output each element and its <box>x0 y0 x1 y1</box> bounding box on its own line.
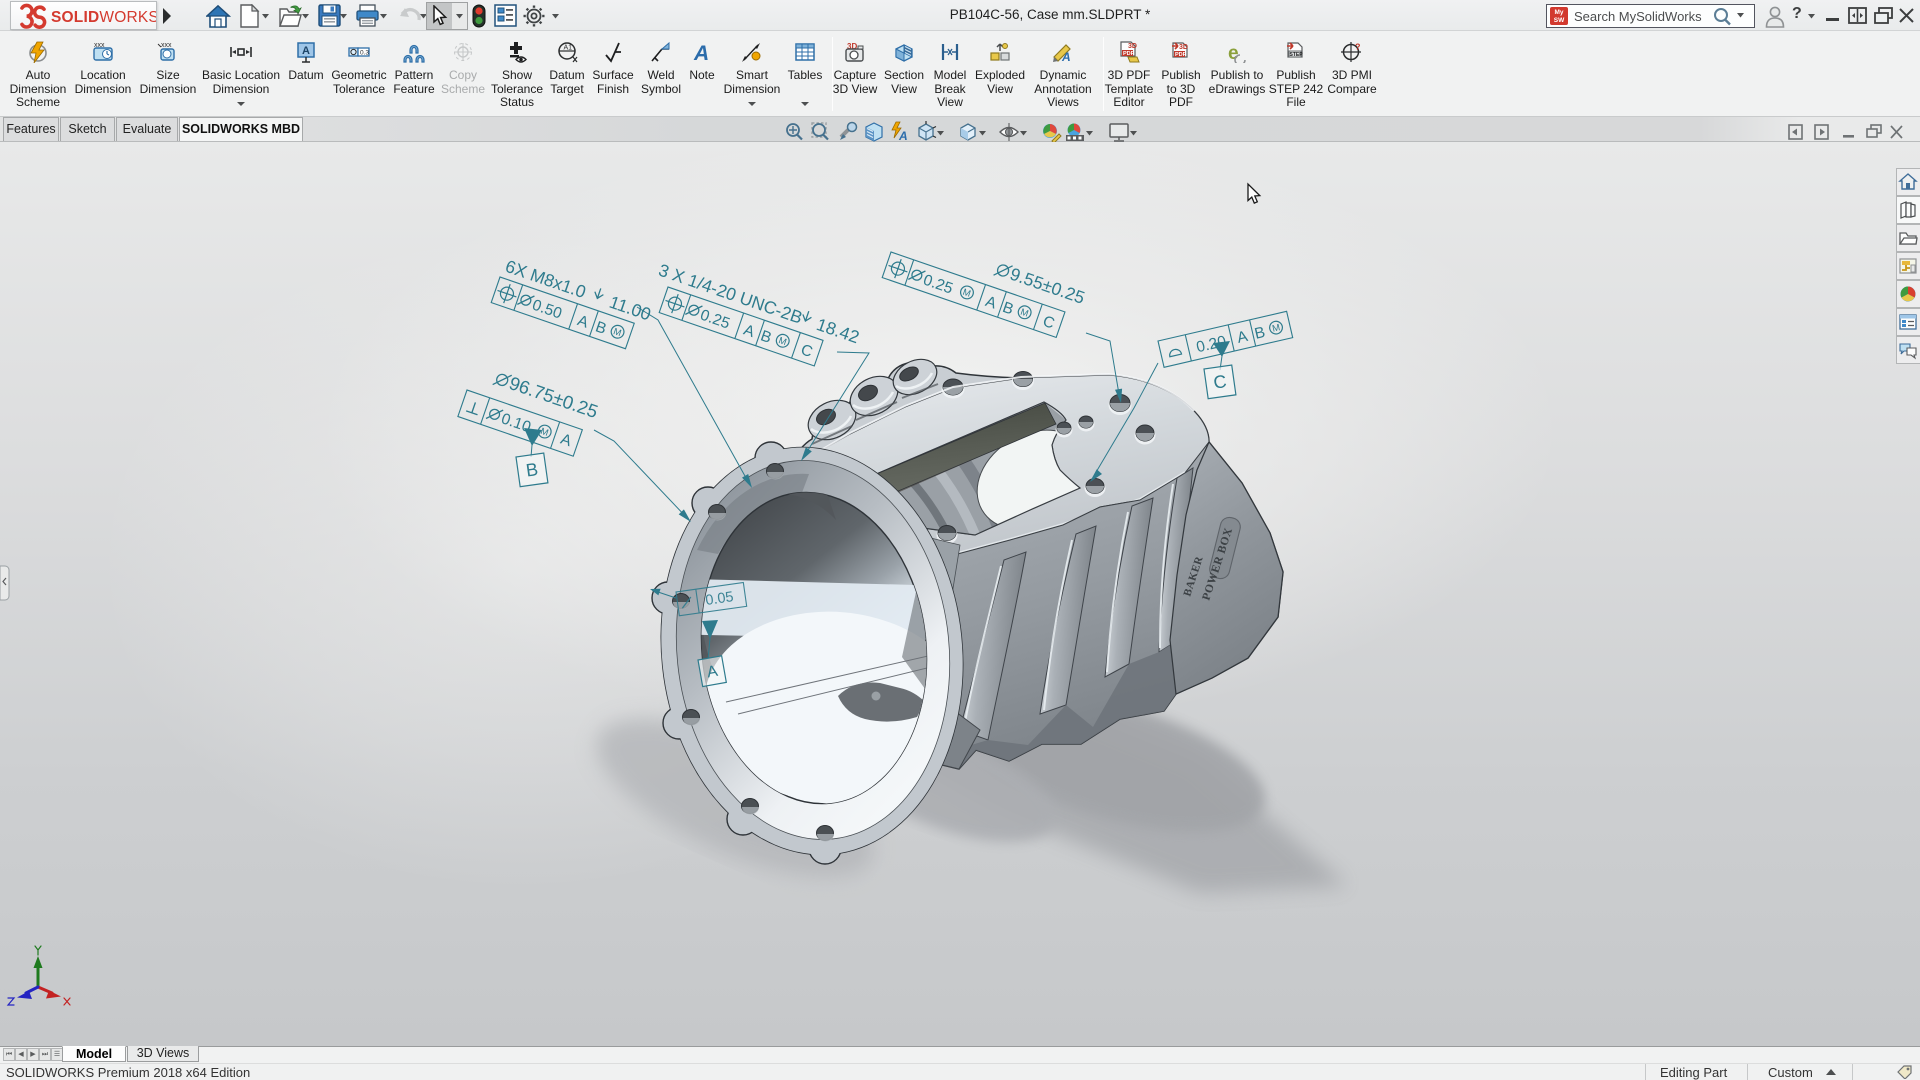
svg-text:e: e <box>1228 43 1239 63</box>
svg-text:STEP: STEP <box>1290 52 1304 58</box>
svg-text:A1: A1 <box>564 45 573 52</box>
svg-text:A: A <box>898 129 908 143</box>
svg-text:A: A <box>302 45 310 57</box>
svg-text:PDF: PDF <box>1175 52 1187 58</box>
svg-text:C: C <box>1212 371 1228 393</box>
svg-text:PDF: PDF <box>1123 51 1135 57</box>
svg-text:xxx: xxx <box>161 42 172 49</box>
svg-text:A: A <box>1061 50 1071 63</box>
svg-text:3D: 3D <box>1179 44 1188 51</box>
svg-text:A: A <box>693 42 709 63</box>
svg-text:3D: 3D <box>1128 43 1137 50</box>
svg-text:?: ? <box>1355 42 1361 52</box>
svg-text:SOLIDWORKS: SOLIDWORKS <box>51 9 156 26</box>
svg-text:0.3: 0.3 <box>360 50 369 57</box>
